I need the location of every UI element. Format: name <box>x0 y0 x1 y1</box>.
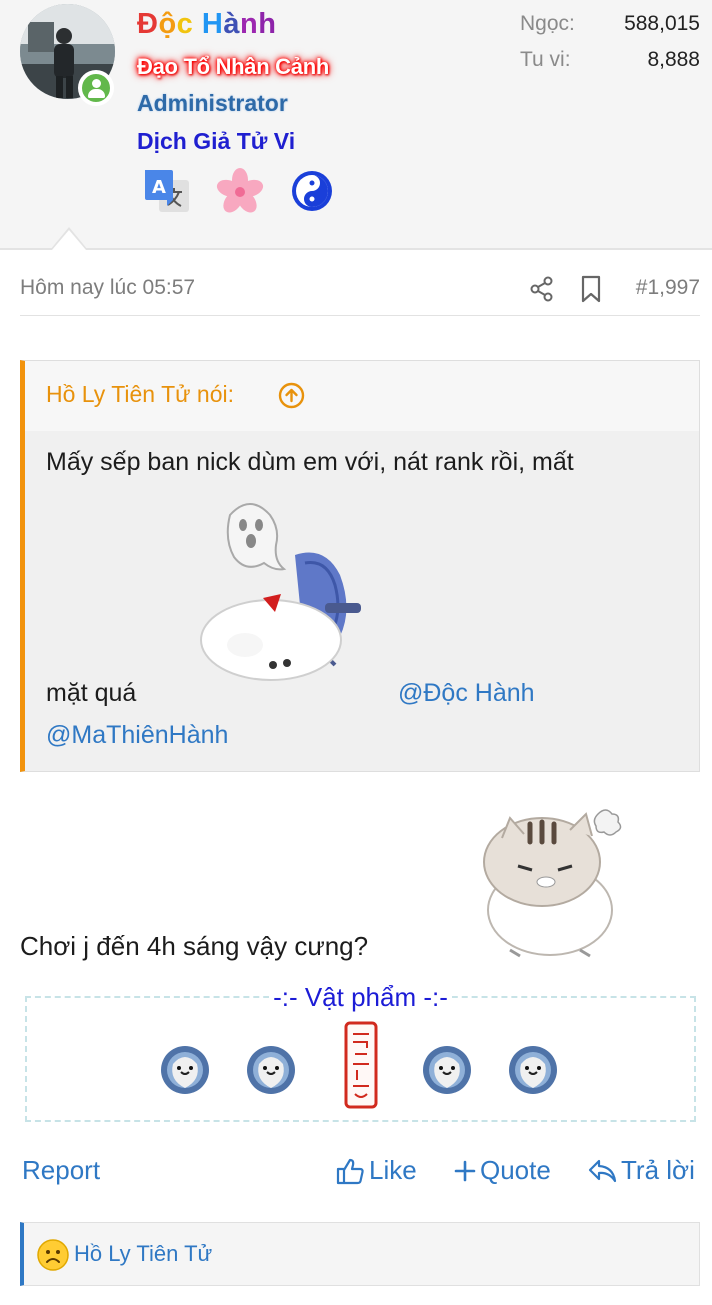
stat-label: Tu vi: <box>520 48 571 71</box>
red-seal-icon[interactable] <box>343 1020 379 1110</box>
items-box: -:- Vật phẩm -:- <box>25 982 696 1122</box>
post-text: Chơi j đến 4h sáng vậy cưng? <box>20 931 369 961</box>
stat-label: Ngọc: <box>520 12 575 35</box>
post-date[interactable]: Hôm nay lúc 05:57 <box>20 276 195 300</box>
post-meta: Hôm nay lúc 05:57 #1,997 <box>20 262 700 316</box>
quote-block: Hồ Ly Tiên Tử nói: Mấy sếp ban nick dùm … <box>20 360 700 772</box>
quote-header[interactable]: Hồ Ly Tiên Tử nói: <box>25 361 699 431</box>
sad-face-icon <box>36 1238 70 1272</box>
quote-body: Mấy sếp ban nick dùm em với, nát rank rồ… <box>25 431 699 771</box>
stat-value: 588,015 <box>624 12 700 35</box>
online-status-icon <box>78 70 114 106</box>
reactions-bar[interactable]: Hồ Ly Tiên Tử <box>20 1222 700 1286</box>
item-wolf-icon[interactable] <box>421 1038 473 1098</box>
stat-row-tuvi: Tu vi: 8,888 <box>520 48 700 84</box>
cherry-blossom-icon <box>215 166 265 216</box>
quote-text-line: Mấy sếp ban nick dùm em với, nát rank rồ… <box>46 448 574 476</box>
reaction-user-link[interactable]: Hồ Ly Tiên Tử <box>74 1241 212 1267</box>
arrow-up-circle-icon[interactable] <box>278 382 305 409</box>
yin-yang-icon <box>289 166 339 216</box>
translate-icon: A <box>143 166 193 216</box>
user-stats: Ngọc: 588,015 Tu vi: 8,888 <box>520 12 700 84</box>
post-number[interactable]: #1,997 <box>636 276 700 300</box>
user-header: Độc Hành Đạo Tổ Nhân Cảnh Administrator … <box>0 0 712 250</box>
mention-link[interactable]: @Độc Hành <box>398 679 535 708</box>
reply-arrow-icon <box>588 1159 617 1182</box>
ghost-sticker <box>175 495 385 695</box>
user-title-glow: Đạo Tổ Nhân Cảnh <box>137 54 329 79</box>
share-icon[interactable] <box>529 276 555 302</box>
report-button[interactable]: Report <box>22 1155 100 1186</box>
like-label: Like <box>369 1155 417 1185</box>
thumbs-up-icon <box>336 1158 364 1184</box>
quote-text-line: mặt quá <box>46 679 137 707</box>
post-actions: Report Like Quote Trả lời <box>20 1150 700 1200</box>
reply-label: Trả lời <box>621 1155 695 1185</box>
user-title-role: Administrator <box>137 90 288 116</box>
stat-row-ngoc: Ngọc: 588,015 <box>520 12 700 48</box>
quote-author[interactable]: Hồ Ly Tiên Tử nói: <box>46 381 234 408</box>
items-title: -:- Vật phẩm -:- <box>269 982 452 1012</box>
cat-sticker <box>470 800 630 960</box>
stat-value: 8,888 <box>647 48 700 71</box>
username[interactable]: Độc Hành <box>137 8 276 41</box>
reply-button[interactable]: Trả lời <box>587 1155 695 1186</box>
user-title-extra: Dịch Giả Tử Vi <box>137 128 296 154</box>
plus-icon <box>454 1160 476 1181</box>
quote-label: Quote <box>480 1155 551 1185</box>
bookmark-icon[interactable] <box>580 275 602 303</box>
item-wolf-icon[interactable] <box>245 1038 297 1098</box>
quote-button[interactable]: Quote <box>454 1155 551 1186</box>
mention-link[interactable]: @MaThiênHành <box>46 721 228 750</box>
item-wolf-icon[interactable] <box>159 1038 211 1098</box>
item-wolf-icon[interactable] <box>507 1038 559 1098</box>
like-button[interactable]: Like <box>335 1155 417 1186</box>
svg-text:A: A <box>152 177 166 198</box>
report-label: Report <box>22 1155 101 1185</box>
